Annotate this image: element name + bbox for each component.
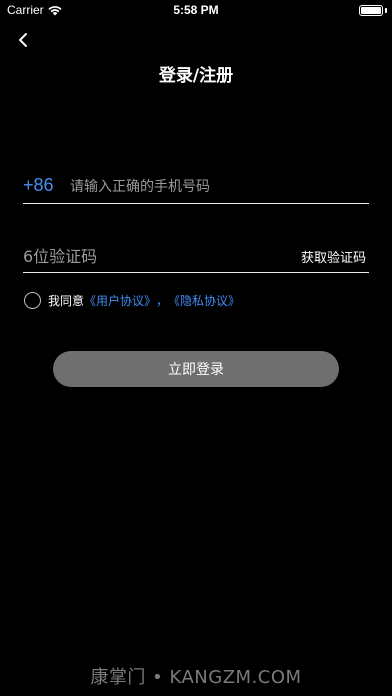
privacy-agreement-link[interactable]: 《隐私协议》 [168,292,240,309]
phone-input[interactable] [70,176,360,198]
chevron-left-icon[interactable] [14,30,34,50]
agreement-prefix: 我同意 [48,293,85,308]
agreement-separator: ， [156,293,169,308]
agreement-row: 我同意 《用户协议》 ， 《隐私协议》 [24,290,240,310]
status-bar: Carrier 5:58 PM [0,0,392,22]
login-screen: Carrier 5:58 PM 登录/注册 +86 获取验证码 我同意 《用户协… [0,0,392,696]
page-title: 登录/注册 [158,66,234,86]
user-agreement-link[interactable]: 《用户协议》 [84,292,156,309]
country-code[interactable]: +86 [23,175,54,196]
battery-cap [385,8,387,13]
battery-icon [359,5,383,16]
watermark: 康掌门 • KANGZM.COM [90,667,302,688]
get-code-button[interactable]: 获取验证码 [301,247,366,266]
login-button[interactable]: 立即登录 [53,351,339,387]
agreement-checkbox[interactable] [24,291,41,309]
status-time: 5:58 PM [173,3,219,17]
code-row: 获取验证码 [23,239,369,273]
battery-level [361,7,381,14]
phone-row: +86 [23,168,369,204]
code-input[interactable] [23,245,273,267]
